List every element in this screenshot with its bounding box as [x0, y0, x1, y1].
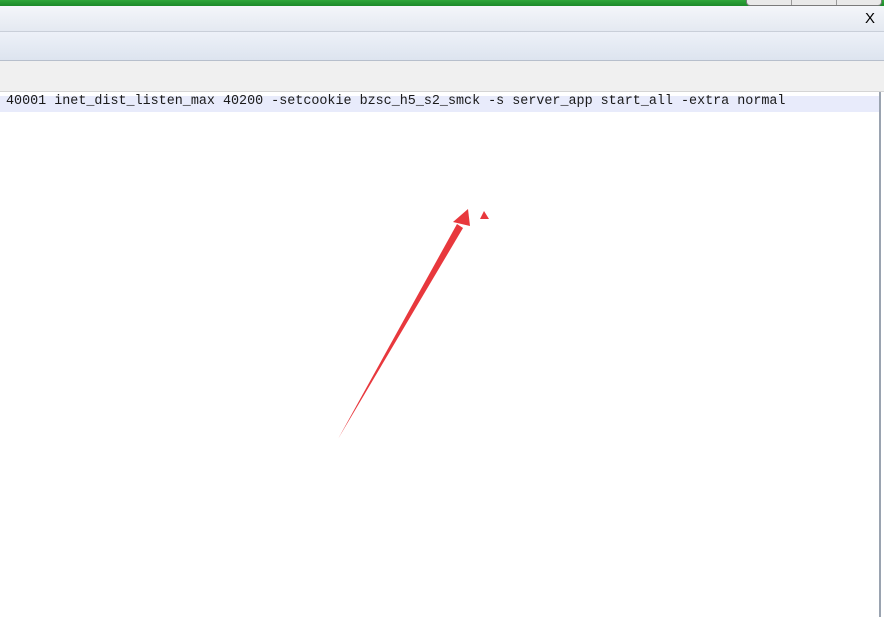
tab-bar	[0, 61, 884, 92]
menu-bar: X	[0, 6, 884, 32]
command-line-text[interactable]: 40001 inet_dist_listen_max 40200 -setcoo…	[6, 94, 785, 110]
toolbar	[0, 32, 884, 61]
maximize-button[interactable]	[791, 0, 836, 5]
editor-area[interactable]	[0, 92, 881, 617]
minimize-button[interactable]	[747, 0, 791, 5]
close-button[interactable]: X	[863, 11, 877, 27]
window-close-button[interactable]	[836, 0, 881, 5]
